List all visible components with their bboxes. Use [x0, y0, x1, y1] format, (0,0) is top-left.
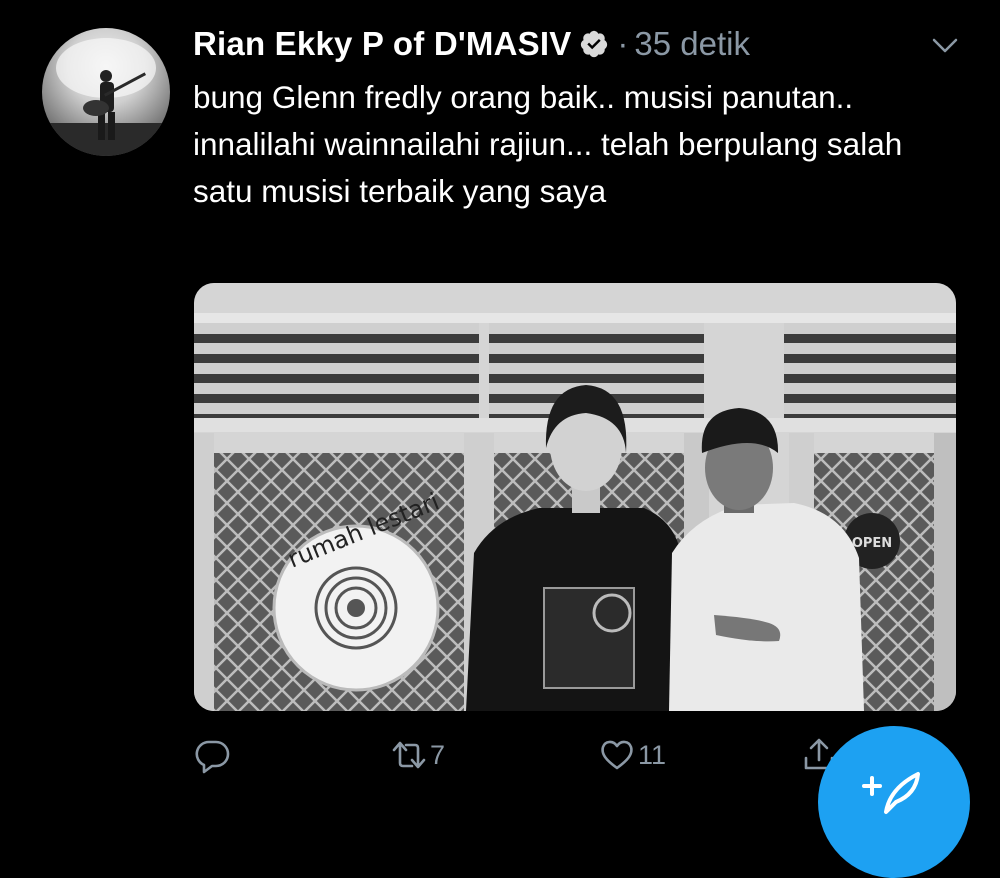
retweet-count: 7: [430, 739, 446, 770]
avatar-image: [42, 38, 170, 156]
like-count: 11: [638, 739, 667, 770]
author-name[interactable]: Rian Ekky P of D'MASIV: [193, 25, 571, 63]
retweet-icon: [388, 734, 430, 776]
more-options-chevron-down-icon[interactable]: [928, 28, 962, 62]
tweet-photo[interactable]: rumah lestari OPEN: [194, 283, 956, 711]
like-button[interactable]: 11: [596, 730, 666, 780]
door-sign-text: OPEN: [852, 536, 892, 551]
author-avatar[interactable]: [42, 28, 170, 156]
tweet-header: Rian Ekky P of D'MASIV · 35 detik: [193, 24, 750, 64]
reply-button[interactable]: [192, 730, 234, 780]
tweet-text: bung Glenn fredly orang baik.. musisi pa…: [193, 79, 903, 209]
compose-feather-icon: [862, 772, 920, 814]
compose-tweet-button[interactable]: [818, 726, 970, 878]
heart-icon: [596, 734, 638, 776]
verified-badge-icon: [579, 29, 609, 59]
tweet-timestamp[interactable]: 35 detik: [634, 25, 750, 63]
header-separator: ·: [617, 25, 629, 62]
retweet-button[interactable]: 7: [388, 730, 445, 780]
photo-image: rumah lestari OPEN: [194, 283, 956, 711]
reply-bubble-icon: [192, 734, 234, 776]
